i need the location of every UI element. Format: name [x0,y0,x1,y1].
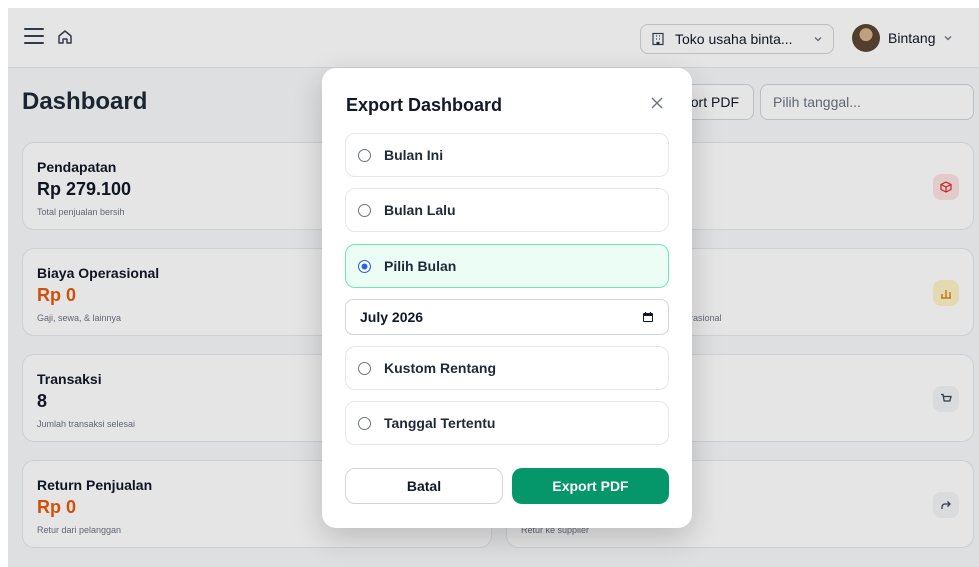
option-label: Kustom Rentang [384,360,496,376]
export-dashboard-modal: Export Dashboard Bulan Ini Bulan Lalu Pi… [322,68,692,528]
option-kustom-rentang[interactable]: Kustom Rentang [345,346,669,390]
month-value: July 2026 [360,309,424,325]
radio-button[interactable] [358,203,371,217]
option-label: Bulan Lalu [384,202,456,218]
app-window: Toko usaha binta... Bintang Dashboard po… [8,8,979,567]
modal-title: Export Dashboard [346,95,503,115]
option-bulan-ini[interactable]: Bulan Ini [345,133,669,177]
option-bulan-lalu[interactable]: Bulan Lalu [345,188,669,232]
calendar-icon[interactable] [642,311,654,323]
option-label: Tanggal Tertentu [384,415,496,431]
option-label: Bulan Ini [384,147,444,163]
cancel-button[interactable]: Batal [345,468,503,504]
month-picker-input[interactable]: July 2026 [345,299,669,335]
radio-button[interactable] [358,361,371,375]
option-pilih-bulan[interactable]: Pilih Bulan [345,244,669,288]
close-icon[interactable] [650,96,664,110]
radio-button[interactable] [358,148,371,162]
option-tanggal-tertentu[interactable]: Tanggal Tertentu [345,401,669,445]
export-pdf-confirm-button[interactable]: Export PDF [512,468,669,504]
option-label: Pilih Bulan [384,258,457,274]
radio-button-checked[interactable] [358,259,371,273]
radio-button[interactable] [358,416,371,430]
